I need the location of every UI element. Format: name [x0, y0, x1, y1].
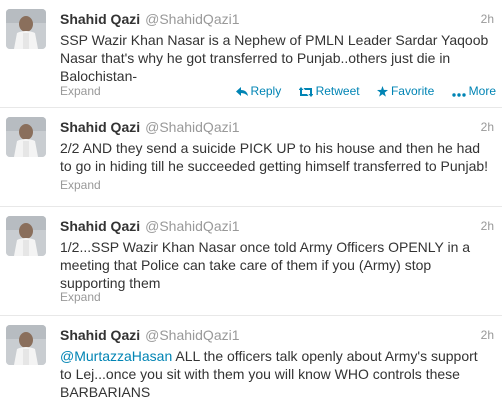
tweet-header: Shahid Qazi @ShahidQazi1 2h: [60, 118, 502, 136]
retweet-label: Retweet: [315, 84, 360, 98]
tweet-timestamp[interactable]: 2h: [481, 326, 494, 344]
reply-button[interactable]: Reply: [235, 84, 282, 98]
reply-icon: [235, 87, 248, 96]
more-button[interactable]: More: [451, 84, 496, 98]
expand-link[interactable]: Expand: [60, 178, 101, 192]
author-handle[interactable]: @ShahidQazi1: [145, 11, 239, 27]
tweet-text: @MurtazzaHasan ALL the officers talk ope…: [60, 347, 492, 401]
star-icon: [376, 86, 388, 97]
reply-label: Reply: [250, 84, 282, 98]
expand-link[interactable]: Expand: [60, 290, 101, 304]
author-name[interactable]: Shahid Qazi: [60, 218, 140, 234]
tweet-item[interactable]: Shahid Qazi @ShahidQazi1 2h SSP Wazir Kha…: [0, 0, 502, 108]
tweet-header: Shahid Qazi @ShahidQazi1 2h: [60, 326, 502, 344]
author-handle[interactable]: @ShahidQazi1: [145, 327, 239, 343]
author-name[interactable]: Shahid Qazi: [60, 119, 140, 135]
tweet-timestamp[interactable]: 2h: [481, 217, 494, 235]
tweet-header: Shahid Qazi @ShahidQazi1 2h: [60, 10, 502, 28]
avatar[interactable]: [6, 216, 46, 256]
author-name[interactable]: Shahid Qazi: [60, 327, 140, 343]
author-handle[interactable]: @ShahidQazi1: [145, 119, 239, 135]
retweet-icon: [298, 87, 314, 97]
expand-link[interactable]: Expand: [60, 84, 101, 98]
tweet-item[interactable]: Shahid Qazi @ShahidQazi1 2h 2/2 AND they …: [0, 108, 502, 207]
retweet-button[interactable]: Retweet: [298, 84, 360, 98]
author-name[interactable]: Shahid Qazi: [60, 11, 140, 27]
avatar[interactable]: [6, 9, 46, 49]
more-dots-icon: [451, 93, 466, 97]
author-handle[interactable]: @ShahidQazi1: [145, 218, 239, 234]
tweet-item[interactable]: Shahid Qazi @ShahidQazi1 2h @MurtazzaHasa…: [0, 316, 502, 400]
avatar-image: [6, 325, 46, 365]
tweet-text: 2/2 AND they send a suicide PICK UP to h…: [60, 140, 489, 174]
mention-link[interactable]: @MurtazzaHasan: [60, 348, 172, 364]
avatar[interactable]: [6, 325, 46, 365]
more-label: More: [468, 84, 496, 98]
tweet-text: SSP Wazir Khan Nasar is a Nephew of PMLN…: [60, 32, 489, 84]
tweet-timestamp[interactable]: 2h: [481, 10, 494, 28]
avatar-image: [6, 9, 46, 49]
favorite-button[interactable]: Favorite: [376, 84, 435, 98]
avatar-image: [6, 216, 46, 256]
tweet-header: Shahid Qazi @ShahidQazi1 2h: [60, 217, 502, 235]
tweet-timestamp[interactable]: 2h: [481, 118, 494, 136]
avatar-image: [6, 117, 46, 157]
tweet-text: 1/2...SSP Wazir Khan Nasar once told Arm…: [60, 239, 471, 291]
tweet-timeline: Shahid Qazi @ShahidQazi1 2h SSP Wazir Kha…: [0, 0, 502, 400]
tweet-actions: Reply Retweet Favorite More: [222, 84, 496, 98]
avatar[interactable]: [6, 117, 46, 157]
favorite-label: Favorite: [390, 84, 435, 98]
tweet-item[interactable]: Shahid Qazi @ShahidQazi1 2h 1/2...SSP Waz…: [0, 207, 502, 316]
